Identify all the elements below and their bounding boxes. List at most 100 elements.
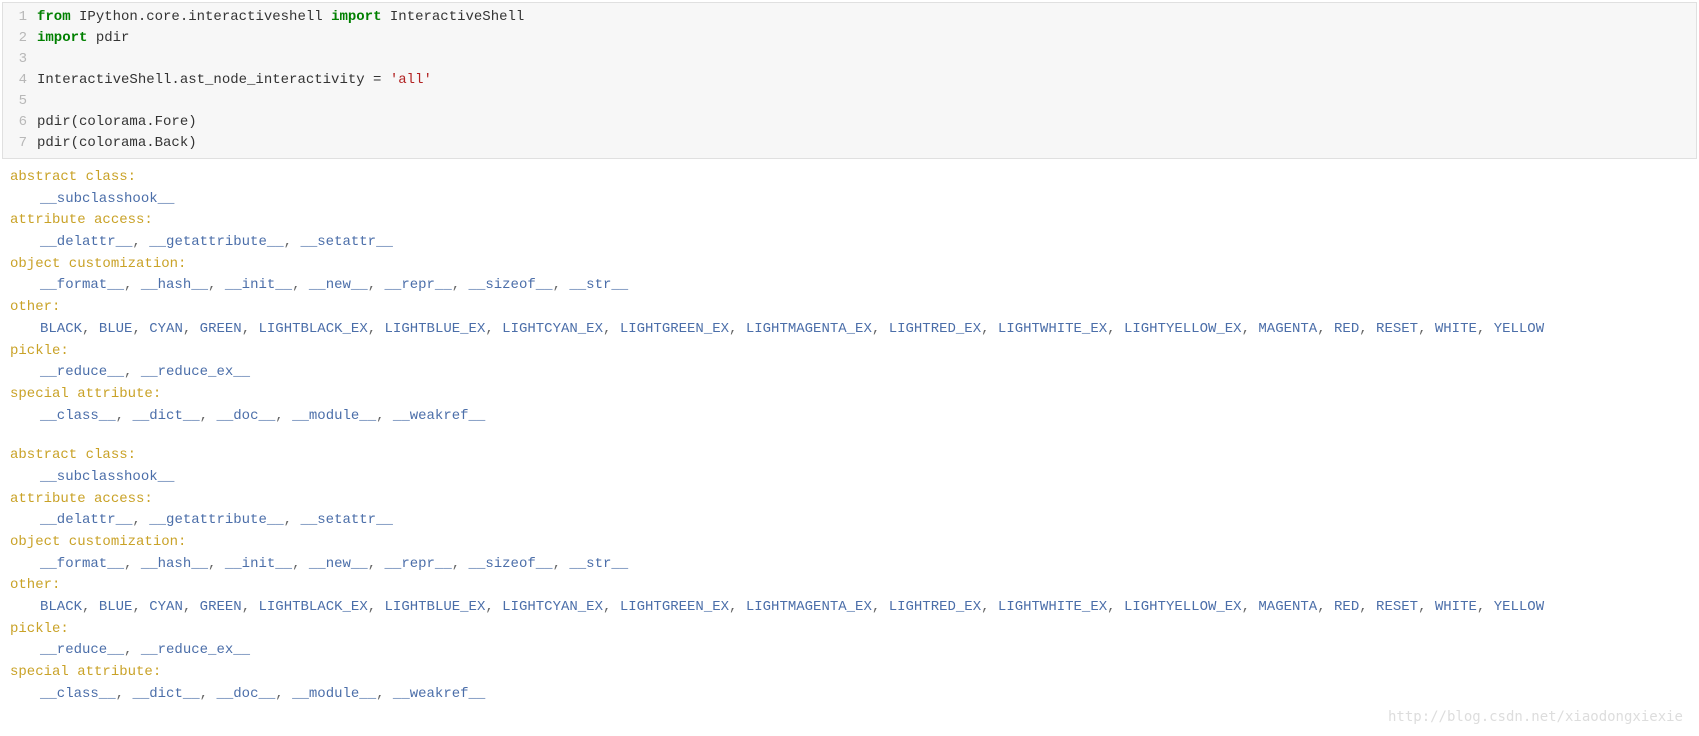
attr-item: BLUE: [99, 321, 133, 337]
items-line: __class__, __dict__, __doc__, __module__…: [10, 684, 1689, 706]
separator: ,: [452, 556, 469, 572]
category-label: abstract class:: [10, 447, 136, 463]
attr-item: __subclasshook__: [40, 191, 174, 207]
attr-item: MAGENTA: [1258, 599, 1317, 615]
code-content: from IPython.core.interactiveshell impor…: [37, 7, 1696, 28]
separator: ,: [452, 277, 469, 293]
code-line: 7pdir(colorama.Back): [3, 133, 1696, 154]
separator: ,: [242, 599, 259, 615]
attr-item: WHITE: [1435, 321, 1477, 337]
category-line: other:: [10, 297, 1689, 319]
code-content: pdir(colorama.Fore): [37, 112, 1696, 133]
attr-item: __weakref__: [393, 408, 485, 424]
attr-item: BLACK: [40, 321, 82, 337]
separator: ,: [124, 277, 141, 293]
separator: ,: [1359, 599, 1376, 615]
code-content: pdir(colorama.Back): [37, 133, 1696, 154]
category-label: abstract class:: [10, 169, 136, 185]
attr-item: LIGHTGREEN_EX: [620, 321, 729, 337]
attr-item: __module__: [292, 686, 376, 702]
separator: ,: [1477, 599, 1494, 615]
separator: ,: [132, 512, 149, 528]
separator: ,: [1107, 599, 1124, 615]
code-line: 4InteractiveShell.ast_node_interactivity…: [3, 70, 1696, 91]
separator: ,: [124, 556, 141, 572]
separator: ,: [368, 599, 385, 615]
category-label: attribute access:: [10, 212, 153, 228]
separator: ,: [603, 321, 620, 337]
category-line: attribute access:: [10, 210, 1689, 232]
category-line: attribute access:: [10, 489, 1689, 511]
separator: ,: [200, 408, 217, 424]
category-label: other:: [10, 299, 60, 315]
attr-item: RED: [1334, 599, 1359, 615]
items-line: __delattr__, __getattribute__, __setattr…: [10, 510, 1689, 532]
attr-item: __dict__: [132, 686, 199, 702]
attr-item: __str__: [569, 277, 628, 293]
category-label: other:: [10, 577, 60, 593]
line-number: 2: [3, 28, 37, 49]
output-block: abstract class: __subclasshook__ attribute…: [10, 167, 1689, 427]
category-line: pickle:: [10, 341, 1689, 363]
separator: ,: [603, 599, 620, 615]
attr-item: __sizeof__: [469, 277, 553, 293]
separator: ,: [82, 599, 99, 615]
separator: ,: [1418, 599, 1435, 615]
separator: ,: [485, 599, 502, 615]
separator: ,: [132, 321, 149, 337]
items-line: __format__, __hash__, __init__, __new__,…: [10, 275, 1689, 297]
attr-item: RESET: [1376, 321, 1418, 337]
separator: ,: [1317, 321, 1334, 337]
attr-item: CYAN: [149, 321, 183, 337]
attr-item: GREEN: [200, 321, 242, 337]
category-line: other:: [10, 575, 1689, 597]
separator: ,: [376, 686, 393, 702]
separator: ,: [208, 556, 225, 572]
code-line: 1from IPython.core.interactiveshell impo…: [3, 7, 1696, 28]
separator: ,: [872, 321, 889, 337]
line-number: 4: [3, 70, 37, 91]
line-number: 5: [3, 91, 37, 112]
attr-item: RESET: [1376, 599, 1418, 615]
category-line: special attribute:: [10, 384, 1689, 406]
separator: ,: [132, 234, 149, 250]
separator: ,: [284, 512, 301, 528]
attr-item: YELLOW: [1494, 599, 1544, 615]
category-label: pickle:: [10, 343, 69, 359]
attr-item: LIGHTRED_EX: [889, 321, 981, 337]
separator: ,: [275, 408, 292, 424]
category-line: special attribute:: [10, 662, 1689, 684]
attr-item: __delattr__: [40, 512, 132, 528]
code-line: 3: [3, 49, 1696, 70]
separator: ,: [275, 686, 292, 702]
items-line: __format__, __hash__, __init__, __new__,…: [10, 554, 1689, 576]
separator: ,: [368, 556, 385, 572]
category-line: object customization:: [10, 254, 1689, 276]
attr-item: LIGHTCYAN_EX: [502, 599, 603, 615]
items-line: BLACK, BLUE, CYAN, GREEN, LIGHTBLACK_EX,…: [10, 319, 1689, 341]
attr-item: LIGHTWHITE_EX: [998, 599, 1107, 615]
separator: ,: [292, 277, 309, 293]
code-content: import pdir: [37, 28, 1696, 49]
category-label: object customization:: [10, 256, 186, 272]
attr-item: __setattr__: [300, 234, 392, 250]
attr-item: __reduce__: [40, 642, 124, 658]
code-line: 2import pdir: [3, 28, 1696, 49]
category-line: abstract class:: [10, 167, 1689, 189]
separator: ,: [124, 642, 141, 658]
category-label: special attribute:: [10, 664, 161, 680]
category-line: abstract class:: [10, 445, 1689, 467]
attr-item: __hash__: [141, 277, 208, 293]
attr-item: BLUE: [99, 599, 133, 615]
attr-item: __getattribute__: [149, 234, 283, 250]
attr-item: __reduce_ex__: [141, 642, 250, 658]
attr-item: __new__: [309, 277, 368, 293]
separator: ,: [183, 321, 200, 337]
separator: ,: [116, 408, 133, 424]
attr-item: __dict__: [132, 408, 199, 424]
separator: ,: [82, 321, 99, 337]
items-line: __reduce__, __reduce_ex__: [10, 362, 1689, 384]
items-line: __subclasshook__: [10, 467, 1689, 489]
separator: ,: [1317, 599, 1334, 615]
separator: ,: [183, 599, 200, 615]
